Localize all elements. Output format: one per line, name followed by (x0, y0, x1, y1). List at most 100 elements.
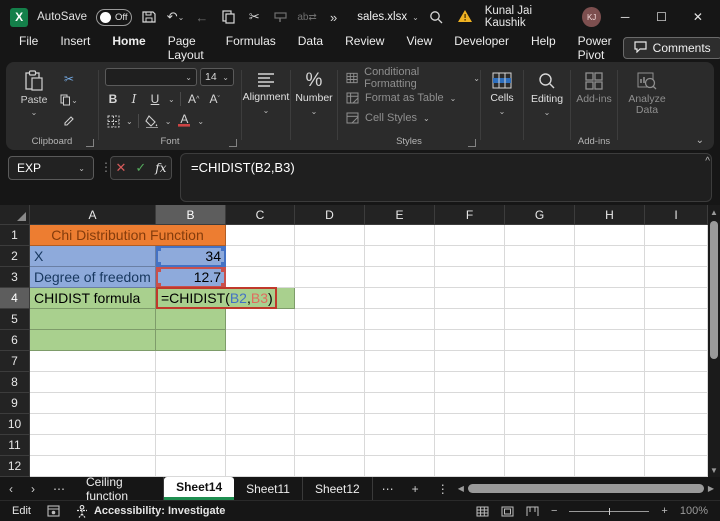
cell-C6[interactable] (226, 330, 295, 351)
cell-E1[interactable] (365, 225, 435, 246)
column-header-B[interactable]: B (156, 205, 226, 225)
cell-H8[interactable] (575, 372, 645, 393)
cell-D4[interactable] (295, 288, 365, 309)
cell-I8[interactable] (645, 372, 708, 393)
sheet-tab-sheet14[interactable]: Sheet14 (164, 477, 234, 500)
cell-I11[interactable] (645, 435, 708, 456)
cell-D3[interactable] (295, 267, 365, 288)
cell-E10[interactable] (365, 414, 435, 435)
cell-I7[interactable] (645, 351, 708, 372)
qat-overflow-icon[interactable]: » (325, 8, 342, 26)
save-icon[interactable] (141, 8, 158, 26)
warning-icon[interactable] (457, 9, 473, 26)
normal-view-icon[interactable] (476, 506, 489, 517)
cell-G12[interactable] (505, 456, 575, 477)
menu-power-pivot[interactable]: Power Pivot (567, 30, 623, 66)
maximize-button[interactable]: ☐ (649, 4, 673, 30)
vertical-scrollbar[interactable]: ▲ ▼ (708, 205, 720, 477)
font-dialog-launcher[interactable] (229, 139, 237, 147)
enter-entry-button[interactable]: ✓ (135, 160, 146, 176)
decrease-font-button[interactable]: Aˇ (207, 91, 223, 107)
page-layout-view-icon[interactable] (501, 506, 514, 517)
cell-D2[interactable] (295, 246, 365, 267)
cell-I2[interactable] (645, 246, 708, 267)
column-header-A[interactable]: A (30, 205, 156, 225)
cell-B6[interactable] (156, 330, 226, 351)
cell-C2[interactable] (226, 246, 295, 267)
tab-prev-icon[interactable]: ‹ (0, 482, 22, 496)
menu-file[interactable]: File (8, 30, 49, 66)
horizontal-scrollbar[interactable]: ◀ ▶ (458, 484, 720, 493)
menu-view[interactable]: View (395, 30, 443, 66)
cell-A3[interactable]: Degree of freedom (30, 267, 156, 288)
cell-I3[interactable] (645, 267, 708, 288)
conditional-formatting-button[interactable]: Conditional Formatting⌄ (338, 68, 480, 88)
menu-review[interactable]: Review (334, 30, 395, 66)
chevron-down-icon[interactable]: ⌄ (126, 117, 133, 126)
cell-I1[interactable] (645, 225, 708, 246)
cell-A11[interactable] (30, 435, 156, 456)
cell-I9[interactable] (645, 393, 708, 414)
cell-E8[interactable] (365, 372, 435, 393)
cell-H10[interactable] (575, 414, 645, 435)
cell-F9[interactable] (435, 393, 505, 414)
cell-B2[interactable]: 34 (156, 246, 226, 267)
row-header-1[interactable]: 1 (0, 225, 30, 246)
increase-font-button[interactable]: A^ (186, 91, 202, 107)
cell-G2[interactable] (505, 246, 575, 267)
zoom-in-button[interactable]: + (661, 505, 667, 517)
cell-A2[interactable]: X (30, 246, 156, 267)
cut-button[interactable]: ✂ (58, 71, 80, 87)
menu-home[interactable]: Home (101, 30, 156, 66)
editing-button[interactable]: Editing ⌄ (524, 62, 570, 150)
column-header-F[interactable]: F (435, 205, 505, 225)
cell-A1[interactable]: Chi Distribution Function (30, 225, 226, 246)
cell-C7[interactable] (226, 351, 295, 372)
cell-F11[interactable] (435, 435, 505, 456)
row-header-12[interactable]: 12 (0, 456, 30, 477)
chevron-down-icon[interactable]: ⌄ (197, 117, 204, 126)
cell-F3[interactable] (435, 267, 505, 288)
accessibility-status[interactable]: Accessibility: Investigate (76, 505, 225, 518)
ribbon-collapse-icon[interactable]: ⌄ (696, 135, 704, 146)
menu-insert[interactable]: Insert (49, 30, 101, 66)
copy-button[interactable]: ⌄ (58, 92, 80, 108)
cell-styles-button[interactable]: Cell Styles⌄ (338, 108, 480, 128)
clipboard-dialog-launcher[interactable] (86, 139, 94, 147)
cell-B7[interactable] (156, 351, 226, 372)
cell-D10[interactable] (295, 414, 365, 435)
cell-H11[interactable] (575, 435, 645, 456)
alignment-button[interactable]: Alignment ⌄ (242, 62, 290, 150)
format-as-table-button[interactable]: Format as Table⌄ (338, 88, 480, 108)
cell-B12[interactable] (156, 456, 226, 477)
cell-E7[interactable] (365, 351, 435, 372)
cells-button[interactable]: Cells ⌄ (481, 62, 523, 150)
font-name-select[interactable]: ⌄ (105, 68, 197, 86)
cell-F7[interactable] (435, 351, 505, 372)
redo-icon[interactable]: ← (193, 8, 210, 26)
cell-H4[interactable] (575, 288, 645, 309)
tab-next-icon[interactable]: › (22, 482, 44, 496)
cell-D5[interactable] (295, 309, 365, 330)
menu-page-layout[interactable]: Page Layout (157, 30, 215, 66)
font-color-button[interactable]: A (176, 113, 192, 129)
comments-button[interactable]: Comments (623, 37, 720, 59)
cell-E3[interactable] (365, 267, 435, 288)
cell-G10[interactable] (505, 414, 575, 435)
translate-icon[interactable]: ab⇄ (298, 8, 316, 26)
cell-D8[interactable] (295, 372, 365, 393)
cell-G6[interactable] (505, 330, 575, 351)
sheet-tab-sheet11[interactable]: Sheet11 (234, 477, 303, 500)
column-header-G[interactable]: G (505, 205, 575, 225)
cell-E2[interactable] (365, 246, 435, 267)
tab-more-icon[interactable]: ⋯ (44, 482, 74, 496)
cell-C11[interactable] (226, 435, 295, 456)
new-sheet-button[interactable]: + (403, 482, 428, 496)
format-painter-icon[interactable] (272, 8, 289, 26)
sheet-tab-sheet12[interactable]: Sheet12 (303, 477, 373, 500)
chevron-down-icon[interactable]: ⌄ (168, 95, 175, 104)
document-title[interactable]: sales.xlsx⌄ (357, 11, 419, 23)
cell-G7[interactable] (505, 351, 575, 372)
cell-C5[interactable] (226, 309, 295, 330)
cell-I12[interactable] (645, 456, 708, 477)
